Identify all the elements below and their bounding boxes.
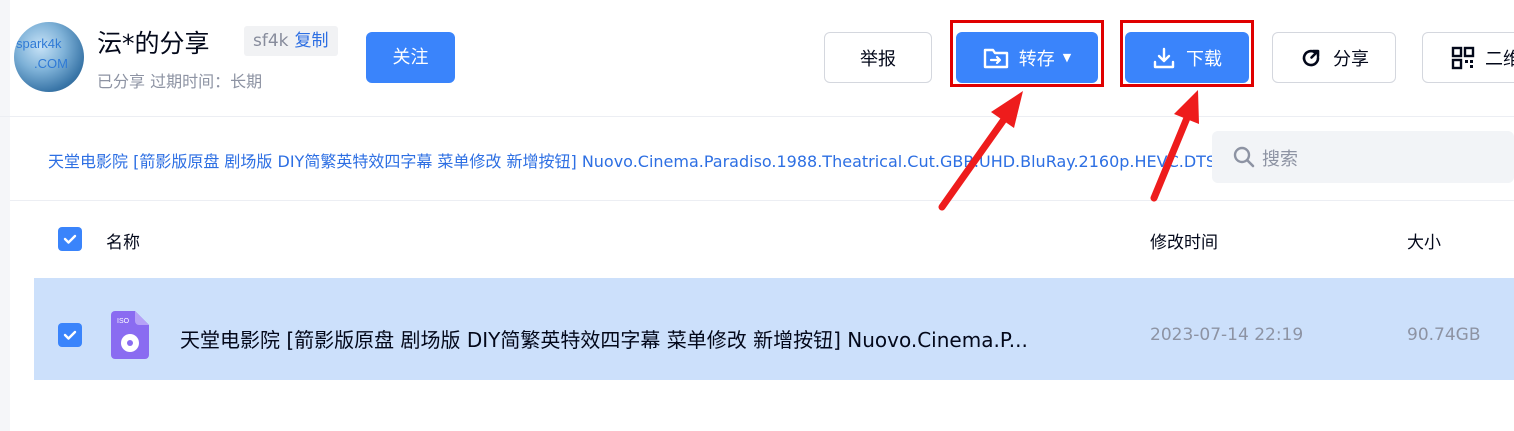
search-placeholder: 搜索 [1262, 149, 1298, 170]
file-size: 90.74GB [1407, 325, 1481, 345]
share-header: spark4k .COM 沄*的分享 sf4k 复制 关注 已分享 过期时间：长期… [0, 0, 1514, 117]
avatar-text-bottom: .COM [34, 56, 68, 71]
avatar[interactable]: spark4k .COM [14, 22, 84, 92]
share-expiry-status: 已分享 过期时间：长期 [97, 72, 263, 91]
column-header-name[interactable]: 名称 [106, 228, 140, 253]
search-icon [1233, 146, 1255, 168]
share-label: 分享 [1333, 48, 1369, 70]
highlight-box-save [950, 20, 1104, 87]
file-name[interactable]: 天堂电影院 [箭影版原盘 剧场版 DIY简繁英特效四字幕 菜单修改 新增按钮] … [180, 324, 1028, 353]
avatar-text-top: spark4k [16, 36, 62, 51]
report-label: 举报 [860, 48, 896, 70]
check-icon [63, 234, 77, 244]
column-header-modified[interactable]: 修改时间 [1150, 228, 1218, 253]
search-input[interactable]: 搜索 [1212, 131, 1514, 183]
table-header: 名称 修改时间 大小 [34, 200, 1514, 278]
breadcrumb-path[interactable]: 天堂电影院 [箭影版原盘 剧场版 DIY简繁英特效四字幕 菜单修改 新增按钮] … [48, 148, 1291, 172]
column-header-size[interactable]: 大小 [1407, 228, 1441, 253]
file-modified-time: 2023-07-14 22:19 [1150, 325, 1304, 345]
qr-code-button[interactable]: 二维 [1422, 32, 1514, 83]
select-all-checkbox[interactable] [58, 227, 82, 251]
share-owner-name: 沄*的分享 [97, 29, 210, 58]
qr-label: 二维 [1485, 48, 1514, 70]
check-icon [63, 330, 77, 340]
highlight-box-download [1120, 20, 1254, 87]
share-button[interactable]: 分享 [1272, 32, 1396, 83]
share-refresh-icon [1302, 49, 1320, 66]
report-button[interactable]: 举报 [824, 32, 932, 83]
follow-button[interactable]: 关注 [366, 32, 455, 83]
share-code-text: sf4k [253, 31, 289, 51]
table-row[interactable]: ISO 天堂电影院 [箭影版原盘 剧场版 DIY简繁英特效四字幕 菜单修改 新增… [34, 278, 1514, 380]
copy-link[interactable]: 复制 [295, 31, 329, 51]
svg-text:ISO: ISO [117, 318, 130, 325]
share-code-tag: sf4k 复制 [244, 26, 338, 56]
qr-code-icon [1451, 46, 1475, 69]
iso-disc-file-icon: ISO [111, 311, 149, 359]
row-checkbox[interactable] [58, 323, 82, 347]
